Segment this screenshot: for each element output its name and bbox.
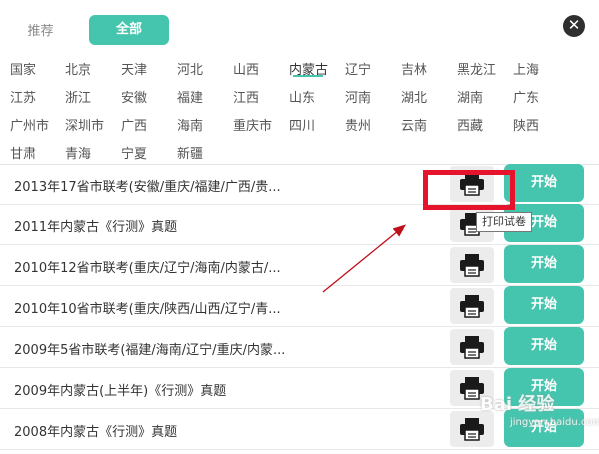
watermark-url: jingyan.baidu.com <box>510 417 599 428</box>
watermark-logo: Bai 经验 <box>480 394 555 415</box>
print-tooltip: 打印试卷 <box>476 212 532 232</box>
